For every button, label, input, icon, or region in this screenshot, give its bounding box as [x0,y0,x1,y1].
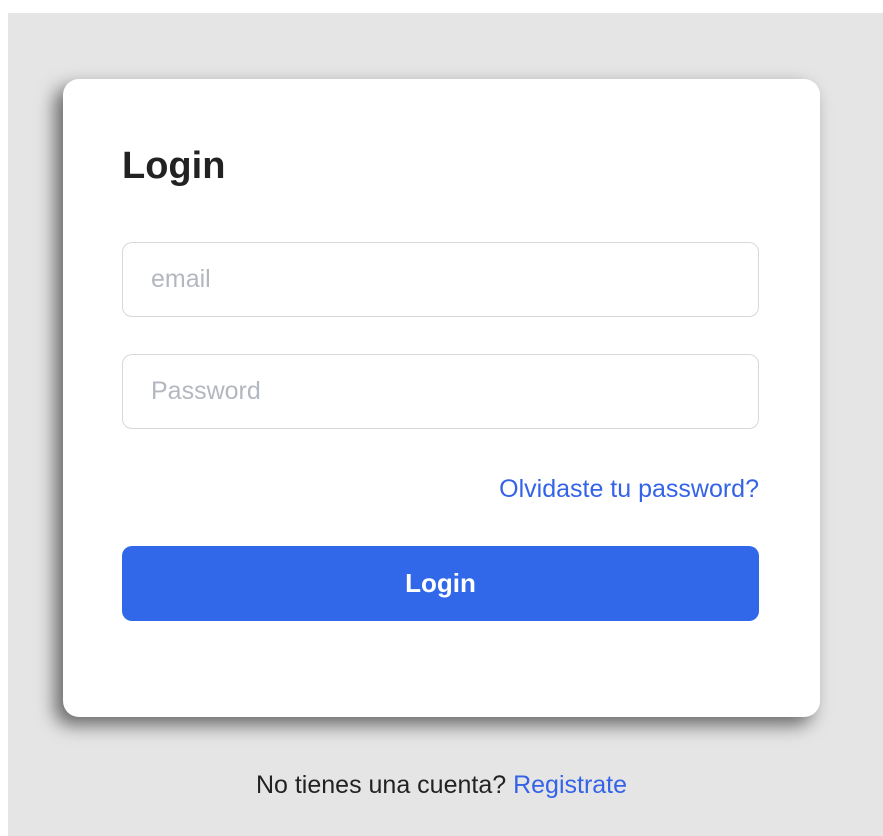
register-prompt: No tienes una cuenta? Registrate [0,771,883,800]
email-field[interactable] [122,242,759,317]
register-link[interactable]: Registrate [513,771,627,799]
login-card: Login Olvidaste tu password? Login [63,79,820,717]
password-field[interactable] [122,354,759,429]
page-title: Login [122,145,226,187]
forgot-password-link[interactable]: Olvidaste tu password? [499,475,759,504]
register-prompt-text: No tienes una cuenta? [255,771,507,799]
login-button[interactable]: Login [122,546,759,621]
